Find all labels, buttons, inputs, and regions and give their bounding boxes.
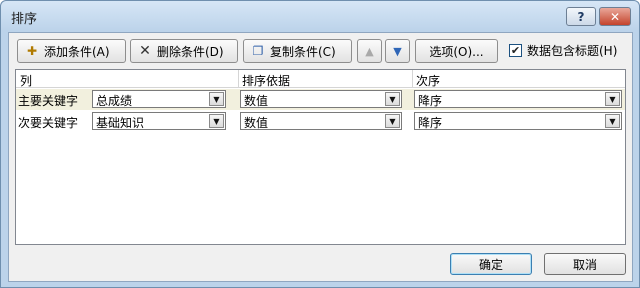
chevron-down-icon[interactable]: ▼ — [209, 114, 224, 128]
chevron-down-icon[interactable]: ▼ — [605, 92, 620, 106]
column-header-sort-on: 排序依据 — [242, 74, 291, 88]
add-condition-icon: ✚ — [26, 44, 38, 58]
chevron-down-icon[interactable]: ▼ — [209, 92, 224, 106]
sort-on-select[interactable]: 数值 ▼ — [240, 112, 402, 130]
options-button[interactable]: 选项(O)... — [415, 39, 498, 63]
sort-on-select[interactable]: 数值 ▼ — [240, 90, 402, 108]
grid-header: 列 排序依据 次序 — [16, 70, 625, 88]
move-up-icon: ▲ — [365, 44, 374, 58]
move-down-icon: ▼ — [393, 44, 402, 58]
add-condition-button[interactable]: ✚ 添加条件(A) — [17, 39, 126, 63]
copy-icon: ❐ — [252, 44, 264, 58]
title-bar: 排序 ? ✕ — [1, 1, 639, 31]
sort-dialog: 排序 ? ✕ ✚ 添加条件(A) ✕ 删除条件(D) ❐ 复制条件(C) ▲ ▼… — [0, 0, 640, 288]
header-checkbox-label: 数据包含标题(H) — [527, 44, 618, 58]
dialog-body: ✚ 添加条件(A) ✕ 删除条件(D) ❐ 复制条件(C) ▲ ▼ 选项(O).… — [8, 32, 633, 282]
sort-row-secondary[interactable]: 次要关键字 基础知识 ▼ 数值 ▼ 降序 ▼ — [16, 111, 625, 132]
order-select[interactable]: 降序 ▼ — [414, 90, 622, 108]
options-label: 选项(O)... — [429, 44, 484, 59]
move-down-button[interactable]: ▼ — [385, 39, 410, 63]
order-select[interactable]: 降序 ▼ — [414, 112, 622, 130]
header-checkbox[interactable]: ✔ — [509, 44, 522, 57]
column-header-column: 列 — [20, 74, 33, 88]
chevron-down-icon[interactable]: ▼ — [605, 114, 620, 128]
delete-condition-button[interactable]: ✕ 删除条件(D) — [130, 39, 238, 63]
ok-button[interactable]: 确定 — [450, 253, 532, 275]
row-label: 次要关键字 — [18, 116, 79, 130]
chevron-down-icon[interactable]: ▼ — [385, 114, 400, 128]
dialog-title: 排序 — [11, 12, 38, 27]
sort-conditions-grid: 列 排序依据 次序 主要关键字 总成绩 ▼ 数值 ▼ 降序 ▼ 次要关键字 基础… — [15, 69, 626, 245]
delete-icon: ✕ — [139, 43, 151, 59]
copy-condition-button[interactable]: ❐ 复制条件(C) — [243, 39, 352, 63]
add-condition-label: 添加条件(A) — [44, 44, 110, 59]
copy-condition-label: 复制条件(C) — [270, 44, 336, 59]
cancel-button[interactable]: 取消 — [544, 253, 626, 275]
column-select[interactable]: 总成绩 ▼ — [92, 90, 226, 108]
delete-condition-label: 删除条件(D) — [157, 44, 224, 59]
move-up-button[interactable]: ▲ — [357, 39, 382, 63]
row-label: 主要关键字 — [18, 94, 79, 108]
column-header-order: 次序 — [416, 74, 441, 88]
close-button[interactable]: ✕ — [599, 7, 631, 26]
chevron-down-icon[interactable]: ▼ — [385, 92, 400, 106]
help-button[interactable]: ? — [566, 7, 596, 26]
sort-row-primary[interactable]: 主要关键字 总成绩 ▼ 数值 ▼ 降序 ▼ — [16, 89, 625, 110]
header-checkbox-group[interactable]: ✔ 数据包含标题(H) — [509, 42, 617, 59]
column-select[interactable]: 基础知识 ▼ — [92, 112, 226, 130]
